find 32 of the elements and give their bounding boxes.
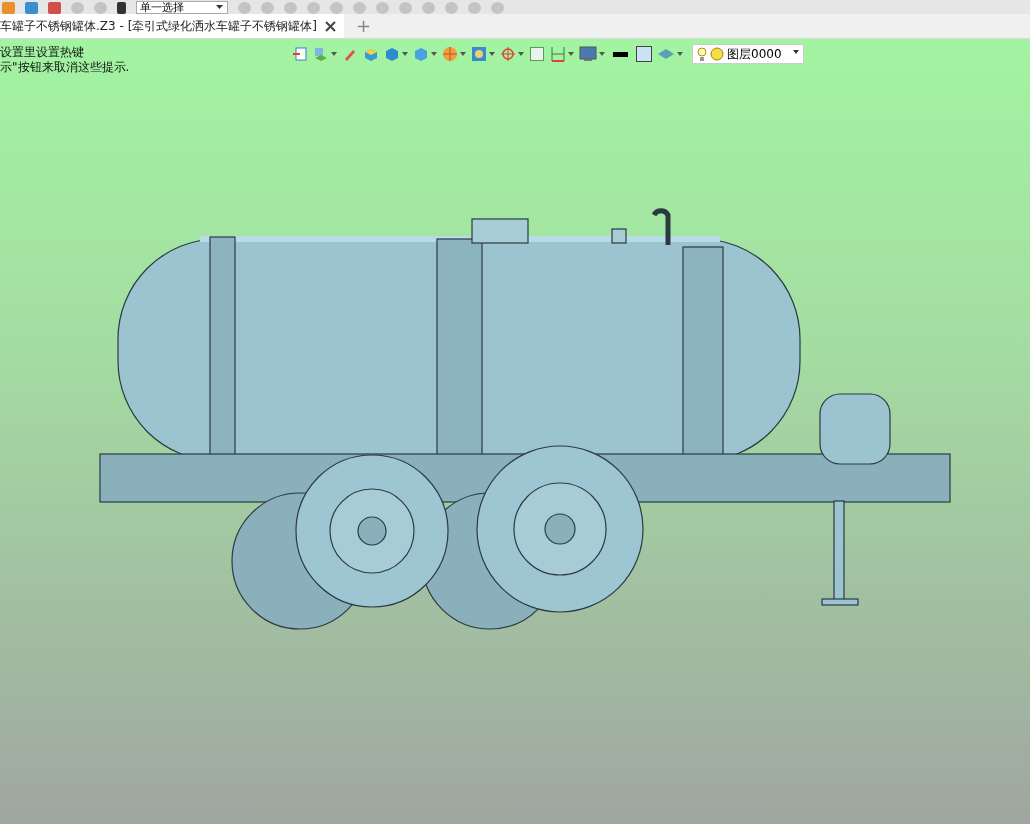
close-icon[interactable] (325, 20, 336, 32)
caret-icon[interactable] (518, 52, 524, 56)
line-color-swatch[interactable] (613, 51, 628, 57)
fill-color-swatch[interactable] (636, 46, 652, 62)
caret-icon[interactable] (677, 52, 683, 56)
cube-icon[interactable] (384, 46, 400, 62)
caret-icon (216, 5, 223, 9)
3d-viewport[interactable]: 设置里设置热键 示"按钮来取消这些提示. 图层0000 (0, 39, 1030, 824)
monitor-icon[interactable] (579, 46, 597, 62)
caret-icon[interactable] (431, 52, 437, 56)
view-icon[interactable] (471, 46, 487, 62)
caret-icon[interactable] (460, 52, 466, 56)
hint-text: 设置里设置热键 (0, 45, 85, 60)
caret-icon[interactable] (331, 52, 337, 56)
crosshair-icon[interactable] (500, 46, 516, 62)
layer-dropdown[interactable]: 图层0000 (692, 44, 804, 64)
lightbulb-icon (697, 46, 707, 62)
hint-text: 示"按钮来取消这些提示. (0, 60, 131, 75)
caret-icon[interactable] (402, 52, 408, 56)
frame-icon[interactable] (529, 46, 545, 62)
selection-filter-dropdown[interactable]: 单一选择 (136, 1, 228, 14)
circle-icon (710, 47, 724, 61)
box-icon[interactable] (363, 46, 379, 62)
square-icon[interactable] (117, 2, 126, 14)
document-tab[interactable]: 车罐子不锈钢罐体.Z3 - [牵引式绿化洒水车罐子不锈钢罐体] (0, 14, 344, 38)
caret-icon[interactable] (568, 52, 574, 56)
dimension-icon[interactable] (550, 46, 566, 62)
caret-icon (793, 50, 799, 54)
exit-icon[interactable] (292, 46, 308, 62)
sphere-icon[interactable] (442, 46, 458, 62)
caret-icon[interactable] (599, 52, 605, 56)
caret-icon[interactable] (489, 52, 495, 56)
